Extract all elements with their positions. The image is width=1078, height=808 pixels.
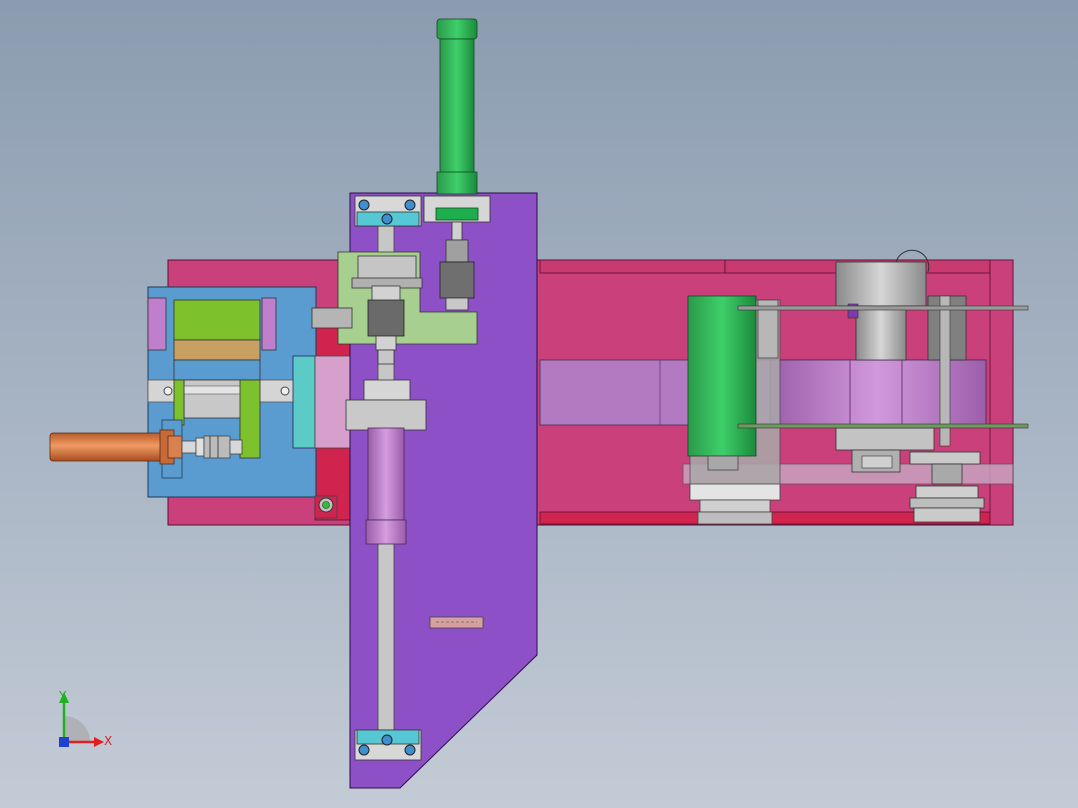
assembly-drawing: Y X <box>0 0 1078 808</box>
z-axis-marker <box>59 737 69 747</box>
y-axis-label: Y <box>58 689 67 703</box>
x-axis-label: X <box>104 734 112 748</box>
left-slide-block[interactable] <box>147 286 317 498</box>
cad-viewport[interactable]: Y X <box>0 0 1078 808</box>
